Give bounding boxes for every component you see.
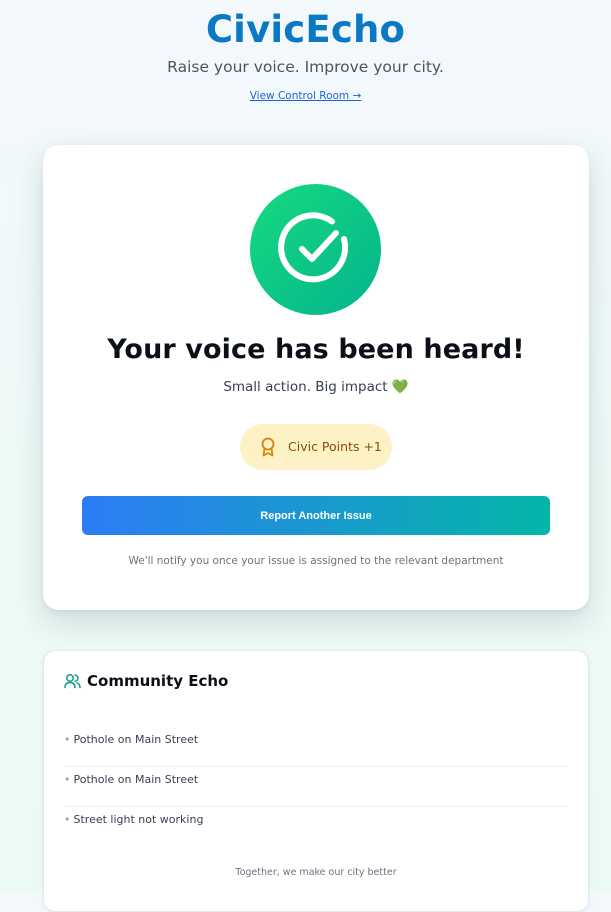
bullet-icon: • [64,813,71,826]
bullet-icon: • [64,773,71,786]
award-icon [261,437,275,457]
report-another-issue-button[interactable]: Report Another Issue [82,496,550,535]
app-title: CivicEcho [205,8,406,51]
civic-points-label: Civic Points +1 [288,439,382,454]
control-room-link-wrapper: View Control Room → [0,90,611,102]
list-item: • Pothole on Main Street [64,727,568,767]
notify-message: We'll notify you once your issue is assi… [128,555,504,567]
control-room-link[interactable]: View Control Room → [250,90,362,102]
community-footer: Together, we make our city better [235,867,397,878]
users-icon [64,674,81,689]
list-item: • Street light not working [64,807,568,846]
check-circle-icon [278,212,349,283]
community-echo-card: Community Echo • Pothole on Main Street •… [43,650,589,912]
bullet-icon: • [64,733,71,746]
civic-points-badge: Civic Points +1 [240,424,392,470]
list-item: • Pothole on Main Street [64,767,568,807]
list-item-text: Pothole on Main Street [73,773,199,786]
success-badge [250,184,381,315]
list-item-text: Street light not working [73,813,204,826]
community-title: Community Echo [87,672,229,690]
success-subtitle-text: Small action. Big impact [223,379,388,395]
list-item-text: Pothole on Main Street [73,733,199,746]
success-title: Your voice has been heard! [107,334,525,365]
green-heart-icon: 💚 [391,379,409,395]
success-subtitle: Small action. Big impact 💚 [43,379,589,395]
success-card: Your voice has been heard! Small action.… [43,145,589,610]
app-tagline: Raise your voice. Improve your city. [167,58,444,76]
community-echo-list: • Pothole on Main Street • Pothole on Main… [64,727,568,846]
